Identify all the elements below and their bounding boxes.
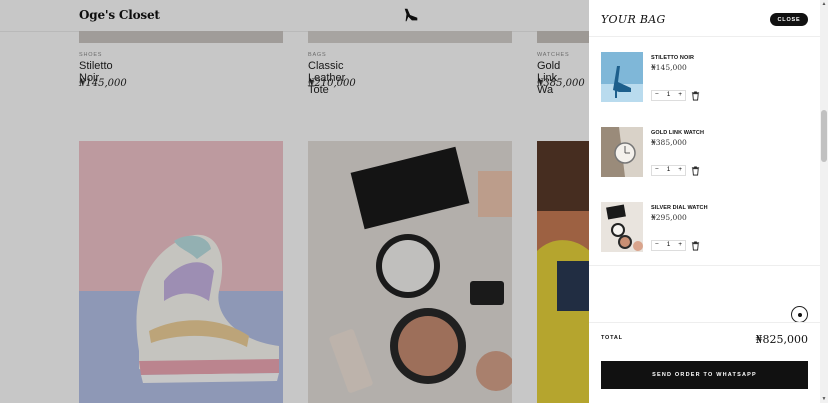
divider	[589, 36, 820, 37]
total-label: TOTAL	[601, 335, 623, 341]
cart-item: GOLD LINK WATCH ₦385,000 − 1 +	[601, 127, 808, 187]
cart-item: STILETTO NOIR ₦145,000 − 1 +	[601, 52, 808, 112]
quantity-stepper: − 1 +	[651, 90, 686, 101]
scroll-indicator-icon[interactable]	[791, 306, 808, 323]
cart-item-thumbnail	[601, 127, 643, 177]
scroll-dot	[797, 312, 802, 317]
cart-item-price: ₦145,000	[651, 63, 687, 72]
cart-item-name: STILETTO NOIR	[651, 55, 695, 61]
cart-item-price: ₦295,000	[651, 213, 687, 222]
divider	[589, 322, 820, 323]
cart-title: YOUR BAG	[601, 13, 666, 26]
increase-button[interactable]: +	[678, 167, 682, 174]
send-order-button[interactable]: SEND ORDER TO WHATSAPP	[601, 361, 808, 389]
cart-item: SILVER DIAL WATCH ₦295,000 − 1 +	[601, 202, 808, 262]
page: Oge's Closet SHOES Stiletto Noir ₦145,00…	[0, 0, 828, 403]
trash-icon[interactable]	[691, 91, 700, 101]
decrease-button[interactable]: −	[655, 92, 659, 99]
scroll-down-arrow-icon[interactable]: ▼	[821, 396, 827, 402]
cart-item-thumbnail	[601, 202, 643, 252]
cart-item-name: GOLD LINK WATCH	[651, 130, 705, 136]
quantity-value: 1	[666, 241, 671, 249]
quantity-value: 1	[666, 166, 671, 174]
divider	[589, 265, 820, 266]
quantity-stepper: − 1 +	[651, 240, 686, 251]
cart-item-price: ₦385,000	[651, 138, 687, 147]
page-scrollbar[interactable]: ▲ ▼	[820, 0, 828, 403]
cart-drawer: YOUR BAG CLOSE STILETTO NOIR ₦145,000 − …	[589, 0, 820, 403]
trash-icon[interactable]	[691, 241, 700, 251]
decrease-button[interactable]: −	[655, 167, 659, 174]
increase-button[interactable]: +	[678, 242, 682, 249]
trash-icon[interactable]	[691, 166, 700, 176]
total-value: ₦825,000	[755, 333, 809, 346]
quantity-value: 1	[666, 91, 671, 99]
scroll-up-arrow-icon[interactable]: ▲	[821, 1, 827, 7]
decrease-button[interactable]: −	[655, 242, 659, 249]
close-button[interactable]: CLOSE	[770, 13, 808, 26]
page-dim-overlay[interactable]	[0, 0, 589, 403]
scrollbar-thumb[interactable]	[821, 110, 827, 162]
cart-item-thumbnail	[601, 52, 643, 102]
cart-item-name: SILVER DIAL WATCH	[651, 205, 708, 211]
quantity-stepper: − 1 +	[651, 165, 686, 176]
increase-button[interactable]: +	[678, 92, 682, 99]
